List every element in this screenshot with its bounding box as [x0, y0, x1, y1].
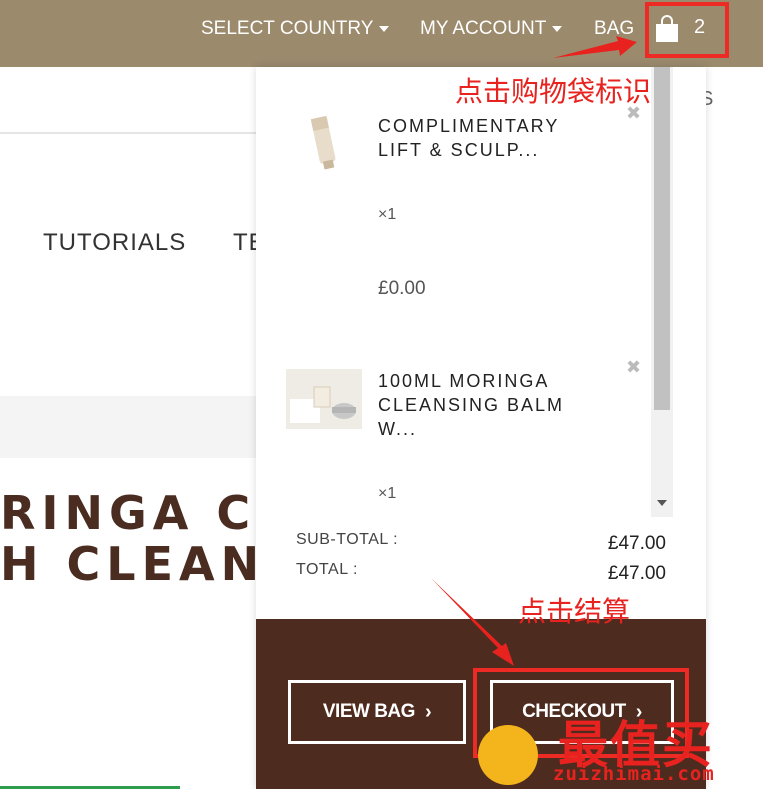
arrow-to-bag-icon: [553, 36, 637, 58]
annotation-click-checkout: 点击结算: [518, 595, 631, 628]
annotation-click-bag: 点击购物袋标识: [455, 75, 652, 108]
watermark-logo-icon: [478, 725, 538, 785]
watermark-en-text: zuizhimai.com: [553, 763, 715, 785]
arrow-to-checkout-icon: [431, 578, 514, 666]
watermark: 最值买 zuizhimai.com: [478, 705, 763, 789]
